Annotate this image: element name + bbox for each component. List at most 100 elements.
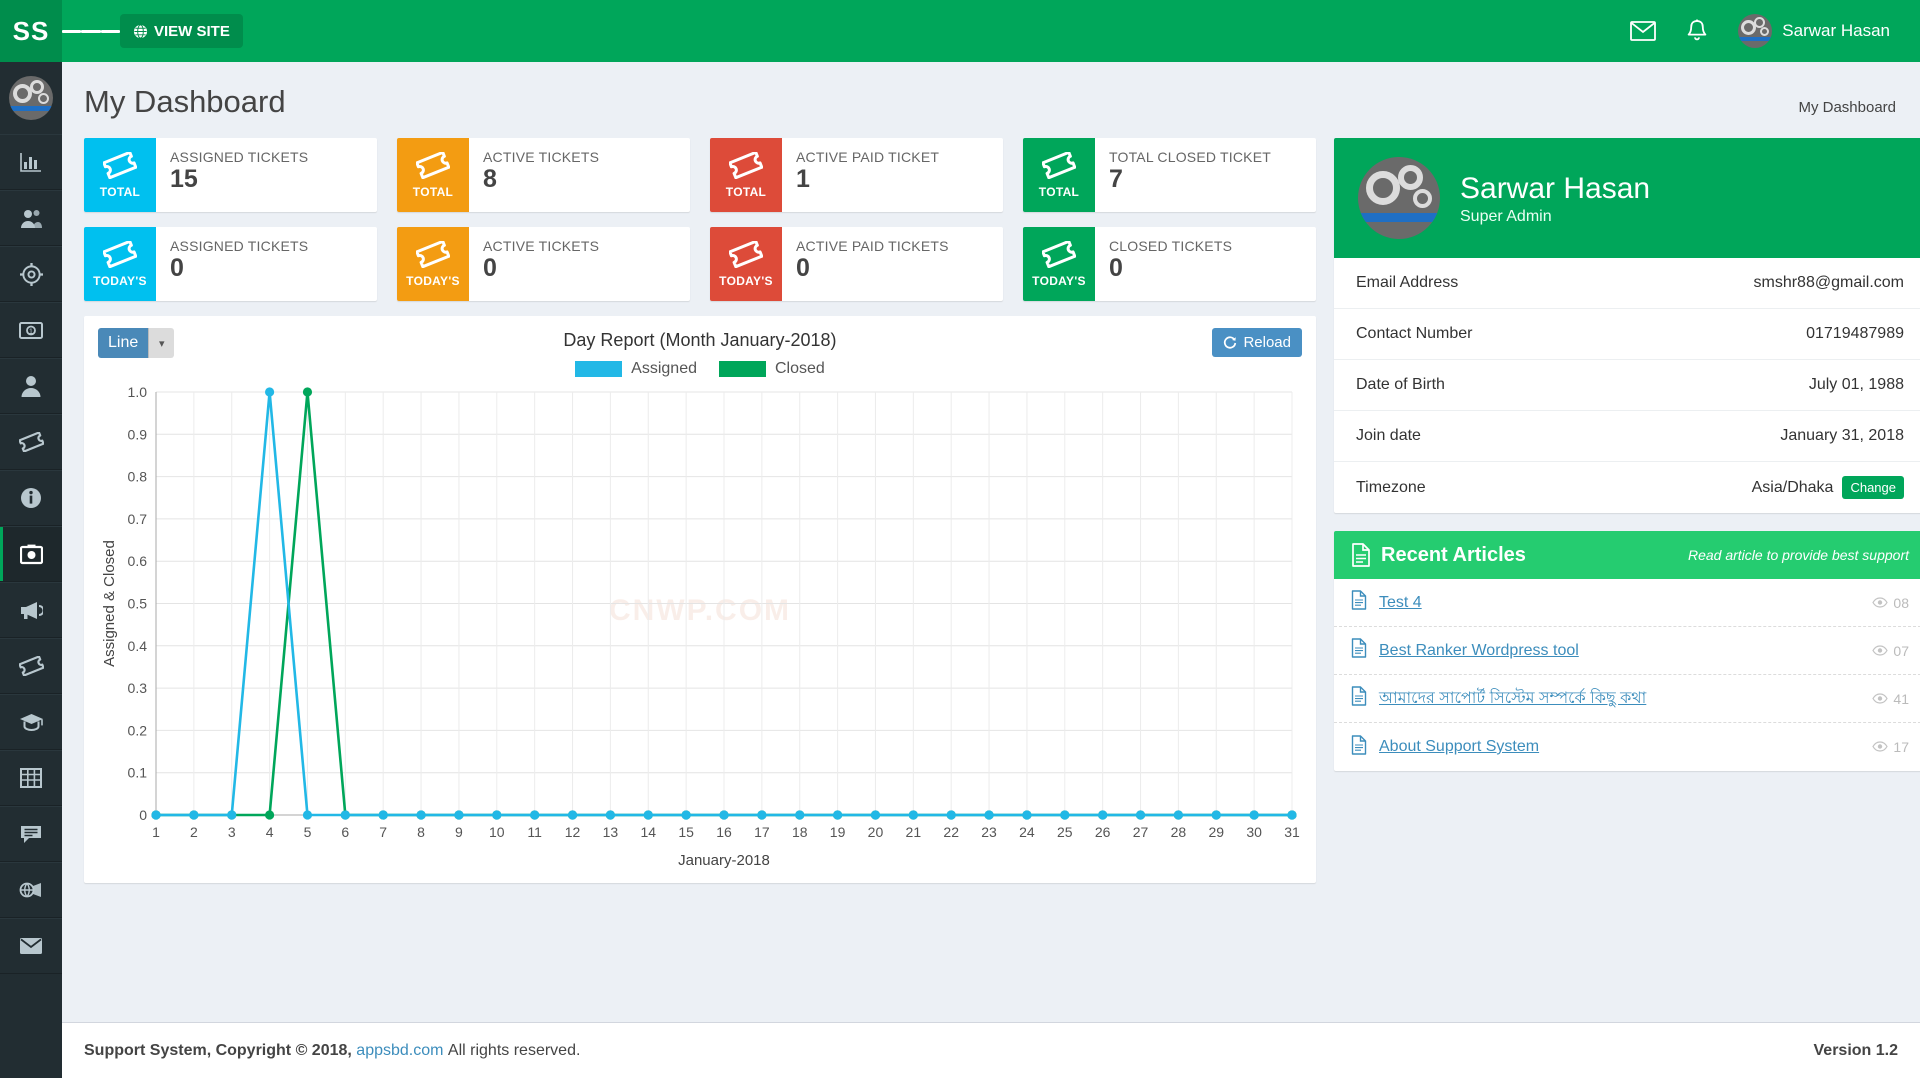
articles-header: Recent Articles Read article to provide … xyxy=(1334,531,1920,579)
stat-card[interactable]: TODAY'SACTIVE PAID TICKETS0 xyxy=(710,227,1003,301)
data-point[interactable] xyxy=(492,810,501,819)
stat-icon-block: TODAY'S xyxy=(84,227,156,301)
footer-copyright: Support System, Copyright © 2018, xyxy=(84,1042,352,1060)
sidebar-item-camera[interactable] xyxy=(0,526,62,582)
data-point[interactable] xyxy=(303,387,312,396)
sidebar-item-ticket[interactable] xyxy=(0,414,62,470)
stat-card[interactable]: TOTALASSIGNED TICKETS15 xyxy=(84,138,377,212)
data-point[interactable] xyxy=(795,810,804,819)
profile-header: Sarwar Hasan Super Admin xyxy=(1334,138,1920,258)
data-point[interactable] xyxy=(227,810,236,819)
x-tick-label: 17 xyxy=(754,824,770,840)
data-point[interactable] xyxy=(1098,810,1107,819)
profile-info-label: Contact Number xyxy=(1356,325,1473,343)
reload-button[interactable]: Reload xyxy=(1212,328,1302,357)
article-link[interactable]: আমাদের সাপোর্ট সিস্টেম সম্পর্কে কিছু কথা xyxy=(1379,685,1646,712)
sidebar-item-money[interactable]: 1 xyxy=(0,302,62,358)
notifications-button[interactable] xyxy=(1670,0,1724,62)
data-point[interactable] xyxy=(265,810,274,819)
data-point[interactable] xyxy=(568,810,577,819)
data-point[interactable] xyxy=(984,810,993,819)
menu-toggle-icon[interactable] xyxy=(62,0,120,62)
article-link[interactable]: Test 4 xyxy=(1379,594,1422,612)
messages-button[interactable] xyxy=(1616,0,1670,62)
x-tick-label: 6 xyxy=(341,824,349,840)
y-tick-label: 0.7 xyxy=(128,511,148,527)
sidebar-item-comments[interactable] xyxy=(0,806,62,862)
footer-link[interactable]: appsbd.com xyxy=(356,1042,443,1060)
data-point[interactable] xyxy=(1174,810,1183,819)
bell-icon xyxy=(1686,19,1708,43)
data-point[interactable] xyxy=(341,810,350,819)
data-point[interactable] xyxy=(757,810,766,819)
article-link[interactable]: About Support System xyxy=(1379,738,1539,756)
sidebar-item-megaphone[interactable] xyxy=(0,582,62,638)
chart-toolbar: Line ▾ Reload xyxy=(98,328,1302,362)
sidebar-item-table-grid[interactable] xyxy=(0,750,62,806)
data-point[interactable] xyxy=(719,810,728,819)
ticket-icon xyxy=(19,656,44,676)
line-chart: 00.10.20.30.40.50.60.70.80.91.0123456789… xyxy=(98,378,1302,873)
user-menu[interactable]: Sarwar Hasan xyxy=(1724,0,1898,62)
data-point[interactable] xyxy=(1136,810,1145,819)
article-row: About Support System17 xyxy=(1334,723,1920,771)
chart-type-select[interactable]: Line ▾ xyxy=(98,328,174,358)
legend-item[interactable]: Assigned xyxy=(575,360,697,378)
sidebar-item-users-group[interactable] xyxy=(0,190,62,246)
sidebar-item-bar-chart[interactable] xyxy=(0,134,62,190)
gear-icon xyxy=(20,263,43,286)
data-point[interactable] xyxy=(871,810,880,819)
sidebar-item-globe-megaphone[interactable] xyxy=(0,862,62,918)
data-point[interactable] xyxy=(947,810,956,819)
legend-swatch xyxy=(719,361,766,377)
sidebar-item-ticket[interactable] xyxy=(0,638,62,694)
data-point[interactable] xyxy=(644,810,653,819)
data-point[interactable] xyxy=(151,810,160,819)
article-link[interactable]: Best Ranker Wordpress tool xyxy=(1379,642,1579,660)
data-point[interactable] xyxy=(1060,810,1069,819)
article-row: Best Ranker Wordpress tool 07 xyxy=(1334,627,1920,675)
data-point[interactable] xyxy=(530,810,539,819)
legend-item[interactable]: Closed xyxy=(719,360,825,378)
stat-card[interactable]: TODAY'SACTIVE TICKETS0 xyxy=(397,227,690,301)
data-point[interactable] xyxy=(379,810,388,819)
data-point[interactable] xyxy=(1250,810,1259,819)
view-site-button[interactable]: VIEW SITE xyxy=(120,14,243,48)
data-point[interactable] xyxy=(189,810,198,819)
stat-card[interactable]: TODAY'SCLOSED TICKETS0 xyxy=(1023,227,1316,301)
stat-card[interactable]: TODAY'SASSIGNED TICKETS0 xyxy=(84,227,377,301)
sidebar-item-envelope[interactable] xyxy=(0,918,62,974)
stat-card[interactable]: TOTALACTIVE PAID TICKET1 xyxy=(710,138,1003,212)
globe-icon xyxy=(133,24,148,39)
x-tick-label: 31 xyxy=(1284,824,1300,840)
sidebar-item-gear[interactable] xyxy=(0,246,62,302)
sidebar: 1 xyxy=(0,62,62,1078)
ticket-icon xyxy=(103,241,137,273)
brand-logo[interactable]: SS xyxy=(0,0,62,62)
article-views: 07 xyxy=(1872,643,1909,659)
camera-icon xyxy=(20,544,43,565)
data-point[interactable] xyxy=(833,810,842,819)
data-point[interactable] xyxy=(1022,810,1031,819)
data-point[interactable] xyxy=(909,810,918,819)
sidebar-item-user[interactable] xyxy=(0,358,62,414)
data-point[interactable] xyxy=(1287,810,1296,819)
sidebar-item-graduation-cap[interactable] xyxy=(0,694,62,750)
data-point[interactable] xyxy=(682,810,691,819)
stat-card[interactable]: TOTALTOTAL CLOSED TICKET7 xyxy=(1023,138,1316,212)
change-timezone-button[interactable]: Change xyxy=(1842,476,1904,499)
avatar xyxy=(9,76,53,120)
left-column: TOTALASSIGNED TICKETS15 TOTALACTIVE TICKE… xyxy=(84,138,1316,883)
eye-icon xyxy=(1872,595,1888,611)
data-point[interactable] xyxy=(606,810,615,819)
ticket-icon xyxy=(1042,241,1076,273)
sidebar-avatar[interactable] xyxy=(0,62,62,134)
data-point[interactable] xyxy=(416,810,425,819)
stat-tag: TOTAL xyxy=(413,185,453,199)
data-point[interactable] xyxy=(1212,810,1221,819)
sidebar-item-info-circle[interactable] xyxy=(0,470,62,526)
stat-card[interactable]: TOTALACTIVE TICKETS8 xyxy=(397,138,690,212)
data-point[interactable] xyxy=(265,387,274,396)
data-point[interactable] xyxy=(454,810,463,819)
data-point[interactable] xyxy=(303,810,312,819)
